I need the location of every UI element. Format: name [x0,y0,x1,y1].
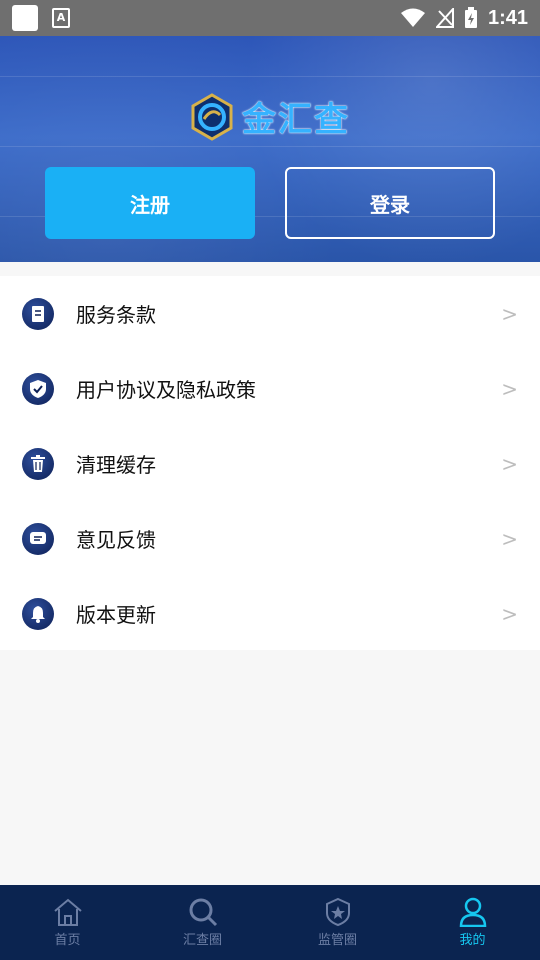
header-decoration [0,146,540,147]
menu-item-label: 用户协议及隐私政策 [76,378,256,402]
search-icon [189,898,217,927]
status-bar: A 1:41 [0,0,540,36]
chevron-right-icon: > [501,526,518,551]
badge-icon [325,897,350,927]
no-signal-icon [435,8,454,28]
tab-label: 监管圈 [317,933,357,948]
tab-huicha-circle[interactable]: 汇查圈 [135,885,270,960]
tab-mine[interactable]: 我的 [405,885,540,960]
tab-label: 首页 [54,933,81,948]
login-button[interactable]: 登录 [285,167,495,239]
shield-check-icon [22,372,54,405]
menu-item-privacy[interactable]: 用户协议及隐私政策 > [0,351,540,426]
menu-item-terms[interactable]: 服务条款 > [0,276,540,351]
bell-icon [22,597,54,630]
menu-item-label: 意见反馈 [76,528,156,552]
menu-item-update[interactable]: 版本更新 > [0,576,540,651]
chevron-right-icon: > [501,451,518,476]
user-icon [459,897,486,927]
chat-icon [22,522,54,555]
battery-charging-icon [464,7,477,28]
tab-regulator-circle[interactable]: 监管圈 [270,885,405,960]
wifi-icon [400,8,425,27]
settings-menu: 服务条款 > 用户协议及隐私政策 > 清理缓存 > 意见反馈 > 版本更新 > [0,276,540,650]
tab-home[interactable]: 首页 [0,885,135,960]
register-button[interactable]: 注册 [45,167,255,239]
trash-icon [22,447,54,480]
menu-item-label: 清理缓存 [76,453,156,477]
menu-item-label: 服务条款 [76,303,156,327]
brand-name: 金汇查 [242,100,350,140]
font-notification-icon: A [52,8,70,28]
brand-emblem-icon [191,92,233,141]
chevron-right-icon: > [501,376,518,401]
menu-item-clear-cache[interactable]: 清理缓存 > [0,426,540,501]
status-time: 1:41 [487,6,528,29]
document-icon [22,297,54,330]
header-decoration [0,76,540,77]
app-notification-icon [12,5,38,31]
home-icon [53,898,82,926]
chevron-right-icon: > [501,301,518,326]
brand-logo: 金汇查 [190,92,350,141]
bottom-navigation: 首页 汇查圈 监管圈 我的 [0,885,540,960]
status-right: 1:41 [400,7,528,30]
menu-item-feedback[interactable]: 意见反馈 > [0,501,540,576]
tab-label: 汇查圈 [182,933,222,948]
status-left: A [12,5,70,31]
profile-header: 金汇查 注册 登录 [0,36,540,262]
chevron-right-icon: > [501,601,518,626]
menu-item-label: 版本更新 [76,603,156,627]
tab-label: 我的 [459,933,486,948]
